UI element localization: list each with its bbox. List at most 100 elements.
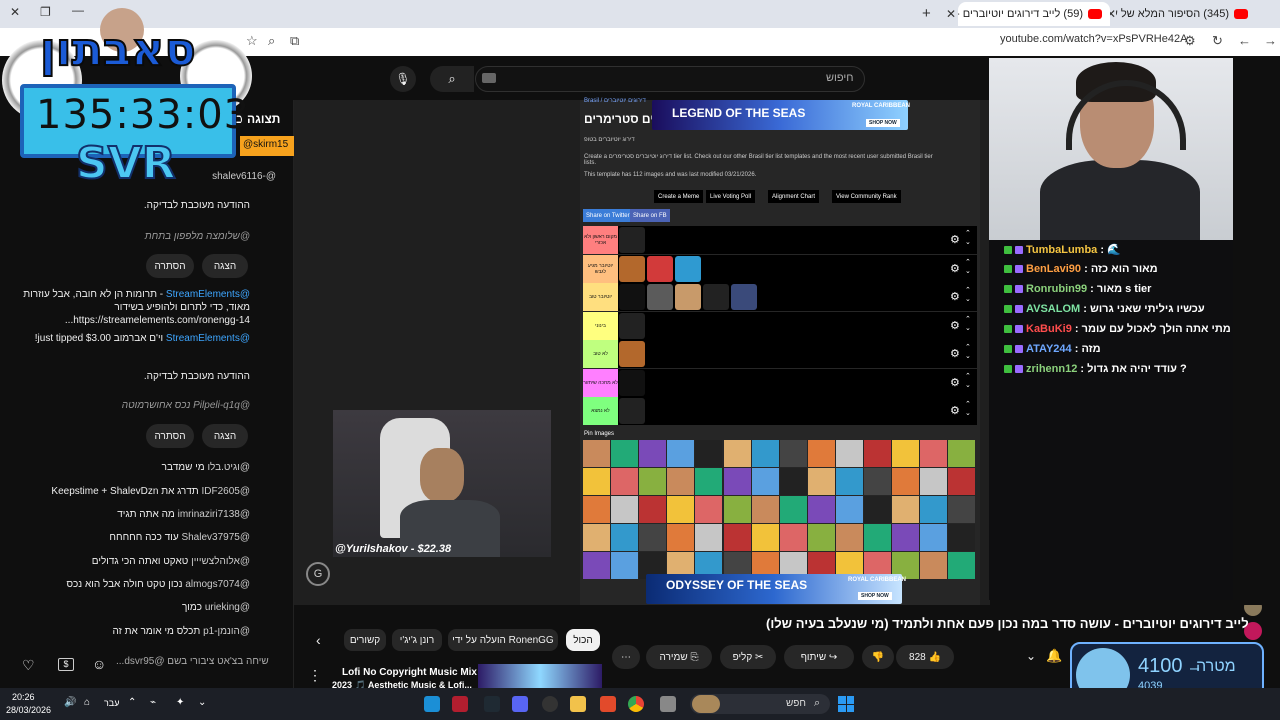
tier-item[interactable] [619, 369, 645, 396]
back-arrow-icon[interactable]: → [1264, 33, 1277, 48]
tray-icon[interactable]: ✦ [176, 697, 184, 708]
share-button[interactable]: שיתוף ↪ [784, 645, 854, 669]
heart-icon[interactable]: ♡ [22, 657, 35, 674]
browser-tab-2[interactable]: (59) לייב דירוגים יוטיוברים - עוש [958, 2, 1110, 26]
super-chat-icon[interactable]: $ [58, 658, 74, 671]
search-button[interactable]: ⌕ [430, 66, 474, 92]
pool-image[interactable] [835, 496, 863, 523]
app-icon[interactable] [484, 696, 500, 712]
pool-image[interactable] [920, 552, 948, 579]
pool-image[interactable] [639, 524, 667, 551]
tray-icon[interactable]: ⌄ [198, 697, 206, 708]
pool-image[interactable] [864, 524, 891, 551]
tier-move-icon[interactable]: ⌃ ⌄ [965, 229, 971, 247]
pool-image[interactable] [920, 440, 948, 467]
chip-all[interactable]: הכול [566, 629, 600, 651]
pool-image[interactable] [807, 524, 835, 551]
new-tab-icon[interactable]: + [922, 5, 931, 22]
pool-image[interactable] [920, 524, 948, 551]
close-tab-icon[interactable]: ✕ [946, 7, 956, 21]
discord-icon[interactable] [512, 696, 528, 712]
pool-image[interactable] [779, 468, 807, 495]
pool-image[interactable] [695, 468, 723, 495]
tier-item[interactable] [619, 398, 645, 424]
pool-image[interactable] [864, 496, 891, 523]
tier-item[interactable] [619, 284, 645, 310]
pool-image[interactable] [948, 552, 976, 579]
hide-button[interactable]: הסתרה [146, 424, 194, 448]
tier-item[interactable] [619, 312, 645, 339]
pool-image[interactable] [948, 524, 976, 551]
tier-settings-icon[interactable]: ⚙ [950, 233, 960, 246]
zoom-icon[interactable]: ⌕ [268, 33, 275, 49]
chip-ronen-gg[interactable]: רונן ג'יג'י [392, 629, 442, 651]
chip-related[interactable]: קשורים [344, 629, 386, 651]
tier-item[interactable] [619, 227, 645, 253]
language-indicator[interactable]: עבר [104, 698, 119, 708]
dislike-button[interactable]: 👎 [862, 645, 894, 669]
pool-image[interactable] [723, 468, 751, 495]
reload-icon[interactable]: ↻ [1212, 33, 1223, 49]
create-meme-button[interactable]: Create a Meme [654, 190, 704, 203]
pool-image[interactable] [835, 524, 863, 551]
pool-image[interactable] [583, 468, 610, 495]
forward-arrow-icon[interactable]: ← [1238, 33, 1251, 48]
tier-move-icon[interactable]: ⌃ ⌄ [965, 258, 971, 276]
tier-item[interactable] [731, 284, 757, 310]
pool-image[interactable] [807, 440, 835, 467]
tier-move-icon[interactable]: ⌃ ⌄ [965, 372, 971, 390]
pool-image[interactable] [751, 496, 779, 523]
pool-image[interactable] [864, 440, 891, 467]
pool-image[interactable] [948, 468, 976, 495]
pool-image[interactable] [611, 496, 639, 523]
pool-image[interactable] [807, 496, 835, 523]
community-rank-button[interactable]: View Community Rank [832, 190, 901, 203]
bell-icon[interactable]: 🔔 [1046, 648, 1062, 664]
network-icon[interactable]: ⌂ [84, 697, 90, 708]
pool-image[interactable] [667, 468, 695, 495]
pool-image[interactable] [751, 468, 779, 495]
tray-icon[interactable]: ⌁ [150, 697, 156, 708]
tier-settings-icon[interactable]: ⚙ [950, 376, 960, 389]
chrome-icon[interactable] [628, 696, 644, 712]
media-player-icon[interactable] [542, 696, 558, 712]
tray-icon[interactable]: ⌃ [128, 697, 136, 708]
chat-input[interactable]: שיחה בצ'אט ציבורי בשם @dsvr95... [116, 656, 269, 667]
pool-image[interactable] [948, 440, 976, 467]
pool-image[interactable] [639, 440, 667, 467]
tier-settings-icon[interactable]: ⚙ [950, 262, 960, 275]
window-restore-icon[interactable]: ❐ [40, 5, 51, 19]
task-view-icon[interactable] [660, 696, 676, 712]
pool-image[interactable] [583, 496, 610, 523]
pool-image[interactable] [723, 440, 751, 467]
pool-image[interactable] [611, 468, 639, 495]
pool-image[interactable] [723, 524, 751, 551]
steam-icon[interactable] [424, 696, 440, 712]
show-button[interactable]: הצגה [202, 254, 248, 278]
tier-settings-icon[interactable]: ⚙ [950, 404, 960, 417]
install-icon[interactable]: ⧉ [290, 33, 299, 49]
pool-image[interactable] [892, 440, 920, 467]
ad-cta[interactable]: SHOP NOW [858, 592, 892, 600]
bookmark-star-icon[interactable]: ☆ [246, 33, 258, 49]
tier-item[interactable] [675, 284, 701, 310]
emoji-icon[interactable]: ☺ [92, 656, 106, 672]
pool-image[interactable] [779, 496, 807, 523]
clip-button[interactable]: קליפ ✂ [720, 645, 776, 669]
pool-image[interactable] [864, 468, 891, 495]
tier-item[interactable] [647, 284, 673, 310]
pool-image[interactable] [695, 496, 723, 523]
pool-image[interactable] [892, 468, 920, 495]
tier-item[interactable] [703, 284, 729, 310]
pool-image[interactable] [920, 496, 948, 523]
tier-settings-icon[interactable]: ⚙ [950, 319, 960, 332]
pool-image[interactable] [667, 524, 695, 551]
pool-image[interactable] [611, 552, 639, 579]
site-info-icon[interactable]: ⚙ [1184, 33, 1196, 49]
like-button[interactable]: 828 👍 [896, 645, 954, 669]
pool-image[interactable] [948, 496, 976, 523]
volume-icon[interactable]: 🔊 [64, 697, 76, 708]
pool-image[interactable] [611, 440, 639, 467]
alignment-chart-button[interactable]: Alignment Chart [768, 190, 820, 203]
window-minimize-icon[interactable]: — [72, 3, 84, 17]
